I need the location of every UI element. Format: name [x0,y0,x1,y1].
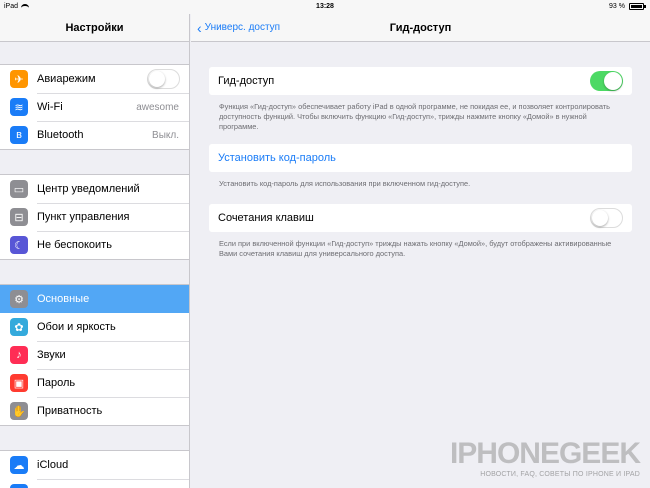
shortcuts-row: Сочетания клавиш [209,204,632,232]
passcode-footnote: Установить код-пароль для использования … [219,179,471,188]
wifi-icon: ≋ [10,98,28,116]
sidebar-group: ▭ Центр уведомлений ⊟ Пункт управления ☾ Не б… [0,174,189,260]
sidebar-group: ☁ iCloud ✉Почта, адреса, календари [0,450,189,488]
sidebar-item-label: Основные [37,293,90,305]
sidebar-item-label: Звуки [37,349,66,361]
watermark: IPHONEGEEK НОВОСТИ, FAQ, СОВЕТЫ ПО IPHON… [449,437,641,478]
shortcuts-label: Сочетания клавиш [218,212,314,224]
sidebar-groups: ✈ Авиарежим ≋ Wi-Fi awesome ʙ Bluetooth Выкл. ▭ Ц… [0,42,189,488]
shortcuts-toggle[interactable] [590,208,623,228]
sidebar-item-label: Приватность [37,405,103,417]
wallpaper-icon: ✿ [10,318,28,336]
lock-icon: ▣ [10,374,28,392]
battery-icon [629,3,646,10]
sidebar-item[interactable]: ☾ Не беспокоить [0,231,189,259]
sidebar-item-label: Bluetooth [37,129,84,141]
sidebar-item-label: Пароль [37,377,76,389]
gear-icon: ⚙ [10,290,28,308]
nav-bar: ‹ Универс. доступ Гид-доступ [191,14,650,42]
sidebar-item-value: Выкл. [152,129,179,141]
sidebar-group: ✈ Авиарежим ≋ Wi-Fi awesome ʙ Bluetooth Выкл. [0,64,189,150]
guided-access-footnote: Функция «Гид-доступ» обеспечивает работу… [219,102,611,131]
battery-percent: 93 % [609,3,625,10]
mail-icon: ✉ [10,484,28,488]
sidebar-item[interactable]: ▣ Пароль [0,369,189,397]
sidebar-item[interactable]: ⚙ Основные [0,285,189,313]
watermark-subtitle: НОВОСТИ, FAQ, СОВЕТЫ ПО IPHONE И IPAD [480,471,640,478]
sidebar-item-label: Авиарежим [37,73,96,85]
sidebar-item[interactable]: ▭ Центр уведомлений [0,175,189,203]
sound-icon: ♪ [10,346,28,364]
watermark-title: IPHONEGEEK [449,437,641,470]
sidebar-item[interactable]: ☁ iCloud [0,451,189,479]
status-bar: iPad 13:28 93 % [0,0,650,14]
detail-pane: ‹ Универс. доступ Гид-доступ Гид-доступ … [191,14,650,488]
notifications-icon: ▭ [10,180,28,198]
settings-sidebar: Настройки ✈ Авиарежим ≋ Wi-Fi awesome ʙ Blueto… [0,14,190,488]
sidebar-item-label: Пункт управления [37,211,130,223]
sidebar-item[interactable]: ʙ Bluetooth Выкл. [0,121,189,149]
sidebar-title: Настройки [0,14,189,42]
sidebar-item-label: iCloud [37,459,69,471]
sidebar-item[interactable]: ✿ Обои и яркость [0,313,189,341]
guided-access-row: Гид-доступ [209,67,632,95]
set-passcode-row[interactable]: Установить код-пароль [209,144,632,172]
sidebar-item-label: Центр уведомлений [37,183,140,195]
guided-access-toggle[interactable] [590,71,623,91]
airplane-mode-toggle[interactable] [147,69,180,89]
sidebar-item-label: Не беспокоить [37,239,112,251]
sidebar-item-label: Обои и яркость [37,321,116,333]
airplane-icon: ✈ [10,70,28,88]
moon-icon: ☾ [10,236,28,254]
sidebar-item[interactable]: ✉Почта, адреса, календари [0,479,189,488]
bluetooth-icon: ʙ [10,126,28,144]
sidebar-item[interactable]: ⊟ Пункт управления [0,203,189,231]
sidebar-item[interactable]: ✈ Авиарежим [0,65,189,93]
hand-icon: ✋ [10,402,28,420]
sidebar-item-label: Wi-Fi [37,101,63,113]
guided-access-label: Гид-доступ [218,75,275,87]
sidebar-item[interactable]: ✋ Приватность [0,397,189,425]
set-passcode-link[interactable]: Установить код-пароль [218,152,336,164]
cloud-icon: ☁ [10,456,28,474]
sidebar-group: ⚙ Основные ✿ Обои и яркость ♪ Звуки ▣ Пароль ✋ Пр… [0,284,189,426]
sidebar-item[interactable]: ♪ Звуки [0,341,189,369]
control-center-icon: ⊟ [10,208,28,226]
page-title: Гид-доступ [389,21,452,34]
status-time: 13:28 [316,3,334,10]
sidebar-item[interactable]: ≋ Wi-Fi awesome [0,93,189,121]
sidebar-item-value: awesome [136,101,179,113]
shortcuts-footnote: Если при включенной функции «Гид-доступ»… [219,239,612,258]
